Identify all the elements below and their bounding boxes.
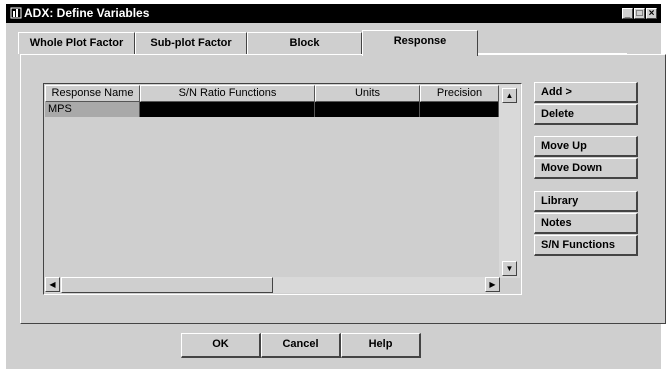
app-icon: [10, 7, 22, 19]
tab-sub-plot-factor[interactable]: Sub-plot Factor: [135, 32, 247, 54]
library-button[interactable]: Library: [534, 191, 638, 212]
cancel-button[interactable]: Cancel: [261, 333, 341, 358]
move-up-button[interactable]: Move Up: [534, 136, 638, 157]
title-bar[interactable]: ADX: Define Variables _ □ ×: [6, 4, 661, 23]
vertical-scrollbar[interactable]: ▲ ▼: [499, 85, 520, 278]
column-header-sn-ratio-functions[interactable]: S/N Ratio Functions: [140, 85, 315, 102]
tab-block[interactable]: Block: [247, 32, 362, 54]
scroll-down-button[interactable]: ▼: [502, 261, 517, 276]
move-down-button[interactable]: Move Down: [534, 158, 638, 179]
scroll-left-button[interactable]: ◀: [45, 277, 60, 292]
tab-response[interactable]: Response: [362, 30, 478, 56]
grid-header: Response Name S/N Ratio Functions Units …: [45, 85, 499, 102]
horizontal-scroll-thumb[interactable]: [61, 277, 273, 293]
delete-button[interactable]: Delete: [534, 104, 638, 125]
cell-units[interactable]: [315, 102, 420, 117]
add-button[interactable]: Add >: [534, 82, 638, 103]
scroll-up-button[interactable]: ▲: [502, 88, 517, 103]
help-button[interactable]: Help: [341, 333, 421, 358]
cell-sn-ratio-functions[interactable]: [140, 102, 315, 117]
notes-button[interactable]: Notes: [534, 213, 638, 234]
maximize-button[interactable]: □: [634, 8, 645, 19]
ok-button[interactable]: OK: [181, 333, 261, 358]
column-header-precision[interactable]: Precision: [420, 85, 499, 102]
tab-whole-plot-factor[interactable]: Whole Plot Factor: [18, 32, 135, 54]
response-grid[interactable]: Response Name S/N Ratio Functions Units …: [43, 83, 522, 295]
column-header-response-name[interactable]: Response Name: [45, 85, 140, 102]
close-button[interactable]: ×: [646, 8, 657, 19]
sn-functions-button[interactable]: S/N Functions: [534, 235, 638, 256]
table-row[interactable]: MPS: [45, 102, 499, 117]
horizontal-scrollbar[interactable]: ◀ ▶: [45, 277, 500, 293]
tab-divider: [477, 53, 627, 54]
window-title: ADX: Define Variables: [24, 6, 150, 20]
cell-precision[interactable]: [420, 102, 499, 117]
column-header-units[interactable]: Units: [315, 85, 420, 102]
scroll-right-button[interactable]: ▶: [485, 277, 500, 292]
cell-response-name[interactable]: MPS: [45, 102, 140, 117]
minimize-button[interactable]: _: [622, 8, 633, 19]
